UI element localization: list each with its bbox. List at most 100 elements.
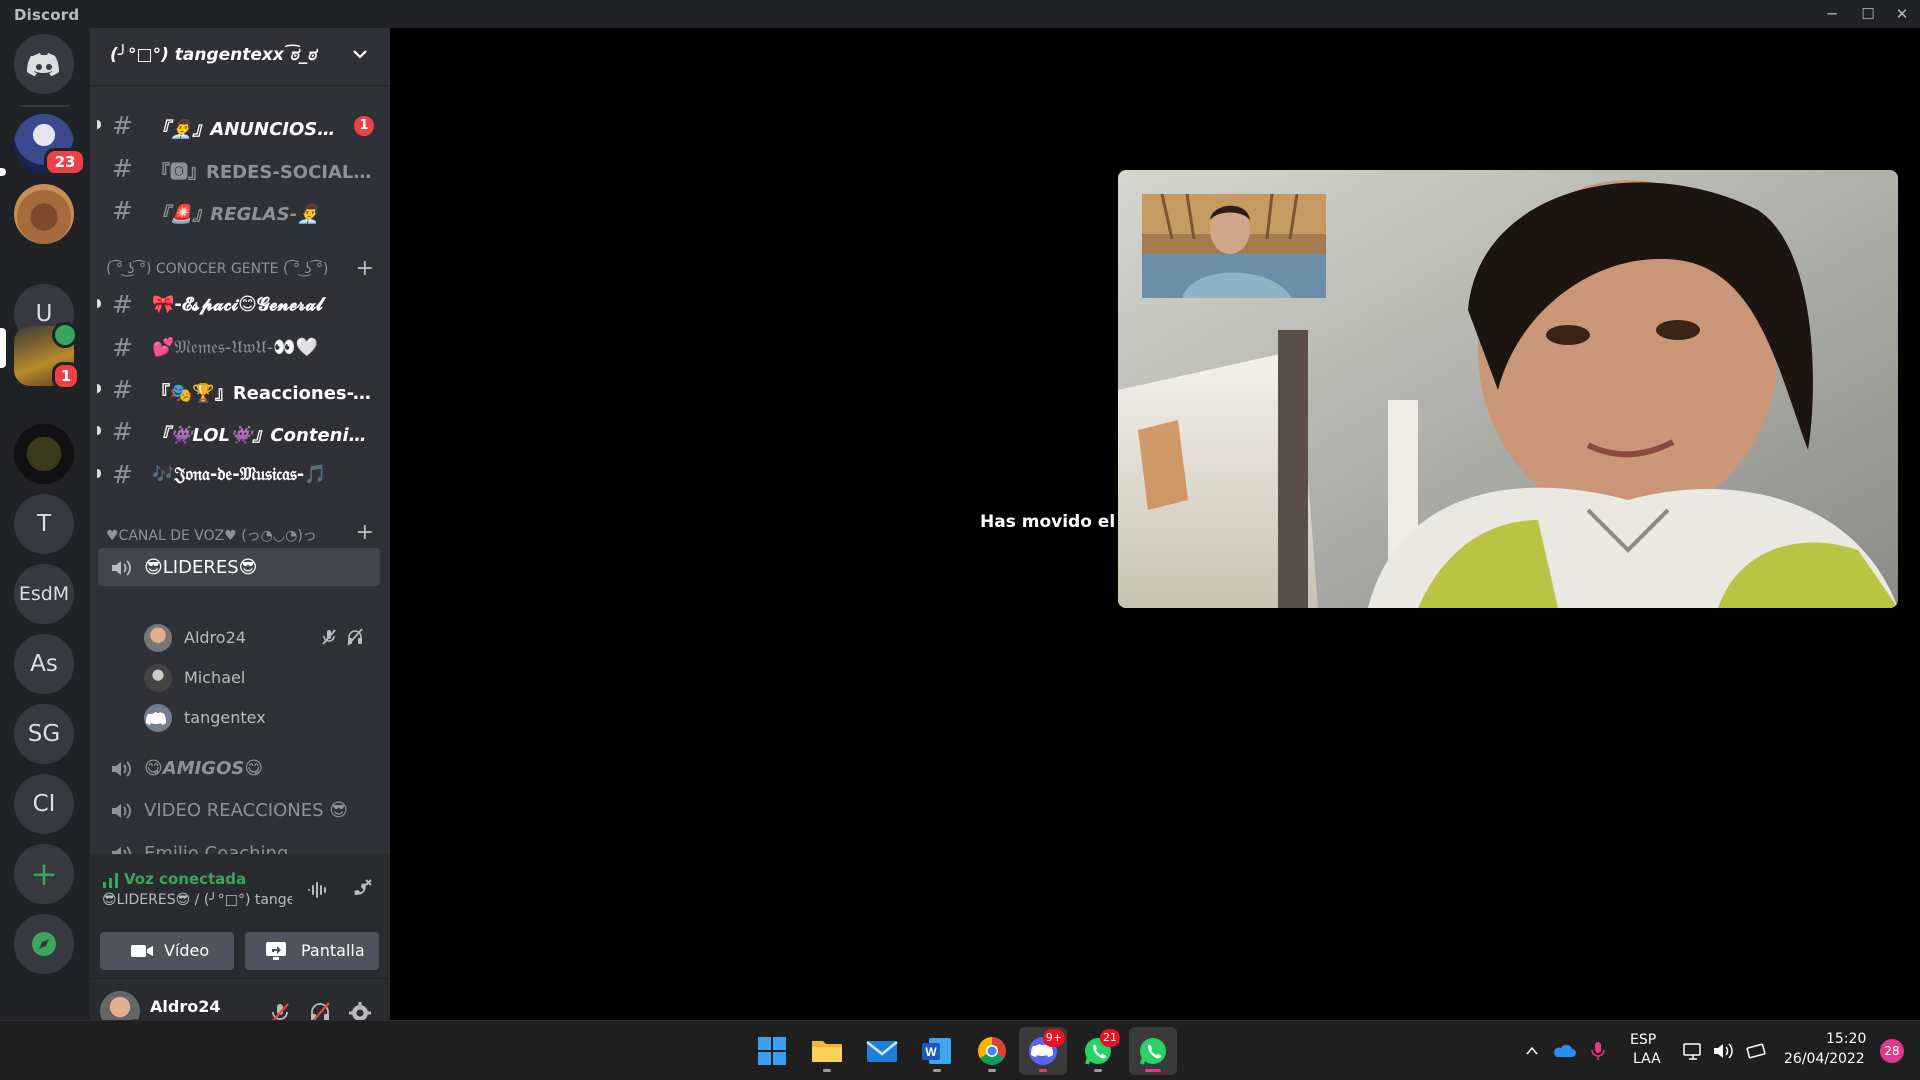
camera-icon <box>131 945 153 957</box>
voice-channel-amigos[interactable]: 😋AMIGOS😋 <box>98 749 380 787</box>
speaker-icon <box>112 803 131 819</box>
channel-anuncios[interactable]: # 『👨‍💼』ANUNCIOS-OFICIALES 1 <box>97 106 384 144</box>
microphone-icon[interactable] <box>1590 1041 1606 1061</box>
channel-reacciones[interactable]: # 『🎭🏆』Reacciones-Videos <box>97 370 384 408</box>
server-icon-esdm[interactable]: EsdM <box>14 564 74 624</box>
avatar <box>144 664 172 692</box>
start-button[interactable] <box>748 1027 796 1075</box>
taskbar-whatsapp[interactable] <box>1129 1027 1177 1075</box>
screen-share-button[interactable]: Pantalla <box>245 932 379 970</box>
speaker-icon <box>112 761 131 777</box>
noise-suppression-icon[interactable] <box>306 878 330 902</box>
network-icon[interactable] <box>1682 1041 1704 1061</box>
video-button[interactable]: Vídeo <box>100 932 234 970</box>
text-channel-icon: # <box>112 196 133 225</box>
text-channel-icon: # <box>112 154 133 183</box>
mail-icon <box>866 1041 898 1062</box>
signal-bars-icon[interactable] <box>102 872 120 888</box>
battery-icon[interactable] <box>1744 1041 1768 1061</box>
create-channel-icon[interactable]: + <box>356 520 374 545</box>
channel-memes[interactable]: # 💕𝔐𝔢𝔪𝔢𝔰-𝔘𝔴𝔘-👀🤍 <box>98 328 384 366</box>
server-icon-arm[interactable]: 23 <box>14 114 86 176</box>
minimize-button[interactable]: ─ <box>1814 0 1850 28</box>
channel-reglas[interactable]: # 『🚨』REGLAS-👨‍💼 <box>98 191 384 229</box>
unread-pill <box>0 168 6 176</box>
server-icon-as[interactable]: As <box>14 634 74 694</box>
taskbar-word[interactable]: W <box>913 1027 961 1075</box>
channel-redes-sociales[interactable]: # 『🅾』REDES-SOCIALES <box>98 149 384 187</box>
explore-servers-button[interactable] <box>14 914 74 974</box>
voice-user-tangentex[interactable]: tangentex <box>144 699 380 735</box>
category-conocer-gente[interactable]: ( ͡° ͜ʖ ͡°) CONOCER GENTE ( ͡° ͜ʖ ͡°) + <box>96 256 386 281</box>
folder-icon <box>812 1041 842 1062</box>
discord-logo-icon <box>27 53 59 76</box>
voice-channel-path[interactable]: 😎LIDERES😎 / (╯°□°) tangentexx <box>102 892 292 908</box>
channel-name: 💕𝔐𝔢𝔪𝔢𝔰-𝔘𝔴𝔘-👀🤍 <box>152 337 319 358</box>
guild-header[interactable]: (╯°□°) tangentexx ͡ಠ_ಠ <box>90 28 390 86</box>
voice-channel-video-reacciones[interactable]: VIDEO REACCIONES 😎 <box>98 791 380 829</box>
voice-user-michael[interactable]: Michael <box>144 659 380 695</box>
maximize-button[interactable]: ☐ <box>1850 0 1886 28</box>
username[interactable]: Aldro24 <box>150 997 220 1016</box>
taskbar-discord[interactable]: 9+ <box>1019 1027 1067 1075</box>
channel-name: 🎶𝔍𝔬𝔫𝔞-𝔡𝔢-𝔐𝔲𝔰𝔦𝔠𝔞𝔰-🎵 <box>152 464 327 485</box>
app-title: Discord <box>14 6 80 24</box>
server-icon-sg[interactable]: SG <box>14 704 74 764</box>
taskbar-whatsapp-beta[interactable]: 21 <box>1074 1027 1122 1075</box>
close-button[interactable]: ✕ <box>1884 0 1920 28</box>
taskbar: W 9+ 21 ESP LAA 15:20 26/04/2022 28 <box>0 1020 1920 1080</box>
language-indicator-top[interactable]: ESP <box>1630 1032 1656 1048</box>
server-icon-tangentexx[interactable]: 1 <box>14 322 80 390</box>
channel-espacio-general[interactable]: # 🎀-𝓔𝓼𝓹𝓪𝓬𝓲😊𝓖𝓮𝓷𝓮𝓻𝓪𝓵 <box>97 285 384 323</box>
video-tile-self[interactable] <box>1142 194 1326 298</box>
stage-notice: Has movido el re <box>980 512 1141 532</box>
word-icon: W <box>922 1038 951 1064</box>
whatsapp-icon <box>1140 1038 1166 1065</box>
onedrive-icon[interactable] <box>1552 1043 1576 1059</box>
chevron-down-icon <box>353 50 367 59</box>
server-icon-ci[interactable]: CI <box>14 774 74 834</box>
home-button[interactable] <box>14 34 74 94</box>
mention-badge: 1 <box>354 116 374 136</box>
channel-name: 😋AMIGOS😋 <box>144 758 264 779</box>
notification-center-badge[interactable]: 28 <box>1880 1039 1904 1063</box>
voice-status[interactable]: Voz conectada <box>124 870 246 888</box>
channel-name: VIDEO REACCIONES 😎 <box>144 800 348 821</box>
avatar <box>144 704 172 732</box>
taskbar-mail[interactable] <box>858 1027 906 1075</box>
category-canal-de-voz[interactable]: ♥CANAL DE VOZ♥ (っ◔◡◔)っ + <box>96 520 386 545</box>
taskbar-file-explorer[interactable] <box>803 1027 851 1075</box>
speaker-icon <box>112 560 131 576</box>
chevron-up-icon[interactable] <box>1524 1043 1540 1059</box>
title-bar: Discord ─ ☐ ✕ <box>0 0 1920 28</box>
channel-musicas[interactable]: # 🎶𝔍𝔬𝔫𝔞-𝔡𝔢-𝔐𝔲𝔰𝔦𝔠𝔞𝔰-🎵 <box>97 455 384 493</box>
voice-channel-lideres[interactable]: 😎LIDERES😎 <box>98 548 380 586</box>
disconnect-icon[interactable] <box>348 876 374 902</box>
windows-logo-icon <box>758 1037 786 1065</box>
video-button-label: Vídeo <box>164 941 210 960</box>
server-icon-photo[interactable] <box>14 184 74 244</box>
voice-connection-panel: Voz conectada 😎LIDERES😎 / (╯°□°) tangent… <box>90 854 390 978</box>
channel-name: 🎀-𝓔𝓼𝓹𝓪𝓬𝓲😊𝓖𝓮𝓷𝓮𝓻𝓪𝓵 <box>152 294 323 315</box>
voice-user-aldro24[interactable]: Aldro24 <box>144 619 380 655</box>
channel-name: 『👨‍💼』ANUNCIOS-OFICIALES <box>152 119 342 140</box>
voice-active-icon <box>52 322 78 348</box>
server-badge: 1 <box>52 362 80 390</box>
video-tile-main[interactable] <box>1118 170 1898 608</box>
server-icon-unreal[interactable] <box>14 424 74 484</box>
voice-user-name: Michael <box>184 668 246 687</box>
create-channel-icon[interactable]: + <box>356 256 374 281</box>
whatsapp-badge: 21 <box>1100 1029 1120 1047</box>
discord-default-avatar-icon <box>146 712 166 725</box>
volume-icon[interactable] <box>1712 1041 1734 1061</box>
channel-lol[interactable]: # 『👾LOL👾』Contenido <box>97 412 384 450</box>
clock-date[interactable]: 26/04/2022 <box>1784 1051 1865 1067</box>
language-indicator-bottom[interactable]: LAA <box>1633 1051 1661 1067</box>
channel-name: 『🅾』REDES-SOCIALES <box>152 162 372 183</box>
clock-time[interactable]: 15:20 <box>1826 1031 1866 1047</box>
add-server-button[interactable]: + <box>14 844 74 904</box>
avatar <box>144 624 172 652</box>
taskbar-chrome[interactable] <box>968 1027 1016 1075</box>
server-icon-t[interactable]: T <box>14 494 74 554</box>
category-label: ♥CANAL DE VOZ♥ (っ◔◡◔)っ <box>106 528 317 544</box>
